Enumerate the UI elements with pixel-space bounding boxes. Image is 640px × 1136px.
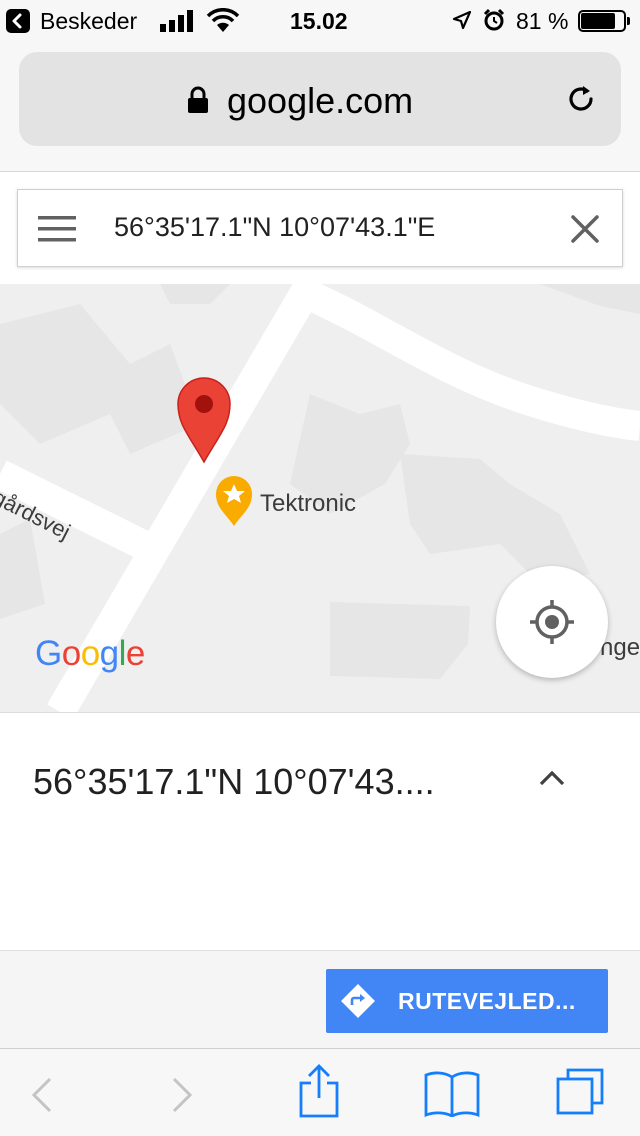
- map-view[interactable]: igårdsvej Tektronic nge Google: [0, 284, 640, 712]
- clock: 15.02: [290, 8, 348, 34]
- battery-icon: [578, 10, 632, 32]
- lock-icon: [187, 86, 209, 119]
- bookmarks-icon[interactable]: [424, 1071, 480, 1122]
- place-label[interactable]: Tektronic: [260, 490, 356, 518]
- wifi-icon: [206, 8, 240, 39]
- battery-fill: [581, 13, 615, 29]
- status-bar: Beskeder 15.02 81 %: [0, 0, 640, 42]
- back-app-label[interactable]: Beskeder: [40, 8, 137, 35]
- my-location-button[interactable]: [496, 566, 608, 678]
- back-to-app-icon[interactable]: [6, 9, 30, 33]
- crosshair-icon: [530, 600, 574, 644]
- address-bar[interactable]: google.com: [19, 52, 621, 146]
- search-input[interactable]: 56°35'17.1"N 10°07'43.1"E: [114, 212, 435, 243]
- place-star-icon[interactable]: [216, 476, 252, 526]
- share-icon[interactable]: [298, 1063, 340, 1124]
- place-sheet[interactable]: 56°35'17.1"N 10°07'43....: [0, 712, 640, 950]
- url-text: google.com: [227, 80, 414, 121]
- back-icon[interactable]: [30, 1075, 54, 1120]
- search-box[interactable]: 56°35'17.1"N 10°07'43.1"E: [17, 189, 623, 267]
- google-logo: Google: [35, 634, 145, 673]
- signal-icon: [160, 10, 194, 37]
- browser-header: google.com: [0, 42, 640, 172]
- battery-percent: 81 %: [516, 8, 569, 34]
- clear-icon[interactable]: [570, 214, 600, 249]
- chevron-up-icon[interactable]: [538, 769, 566, 792]
- search-panel: 56°35'17.1"N 10°07'43.1"E: [0, 172, 640, 284]
- place-title: 56°35'17.1"N 10°07'43....: [33, 761, 435, 802]
- directions-label: RUTEVEJLED...: [398, 988, 576, 1014]
- tabs-icon[interactable]: [556, 1067, 606, 1122]
- directions-icon: [340, 983, 376, 1024]
- alarm-icon: [482, 8, 506, 37]
- location-arrow-icon: [452, 10, 472, 35]
- menu-icon[interactable]: [38, 216, 76, 247]
- browser-toolbar: [0, 1048, 640, 1136]
- directions-button[interactable]: RUTEVEJLED...: [326, 969, 608, 1033]
- action-bar: RUTEVEJLED...: [0, 950, 640, 1048]
- reload-icon[interactable]: [565, 83, 597, 120]
- forward-icon[interactable]: [170, 1075, 194, 1120]
